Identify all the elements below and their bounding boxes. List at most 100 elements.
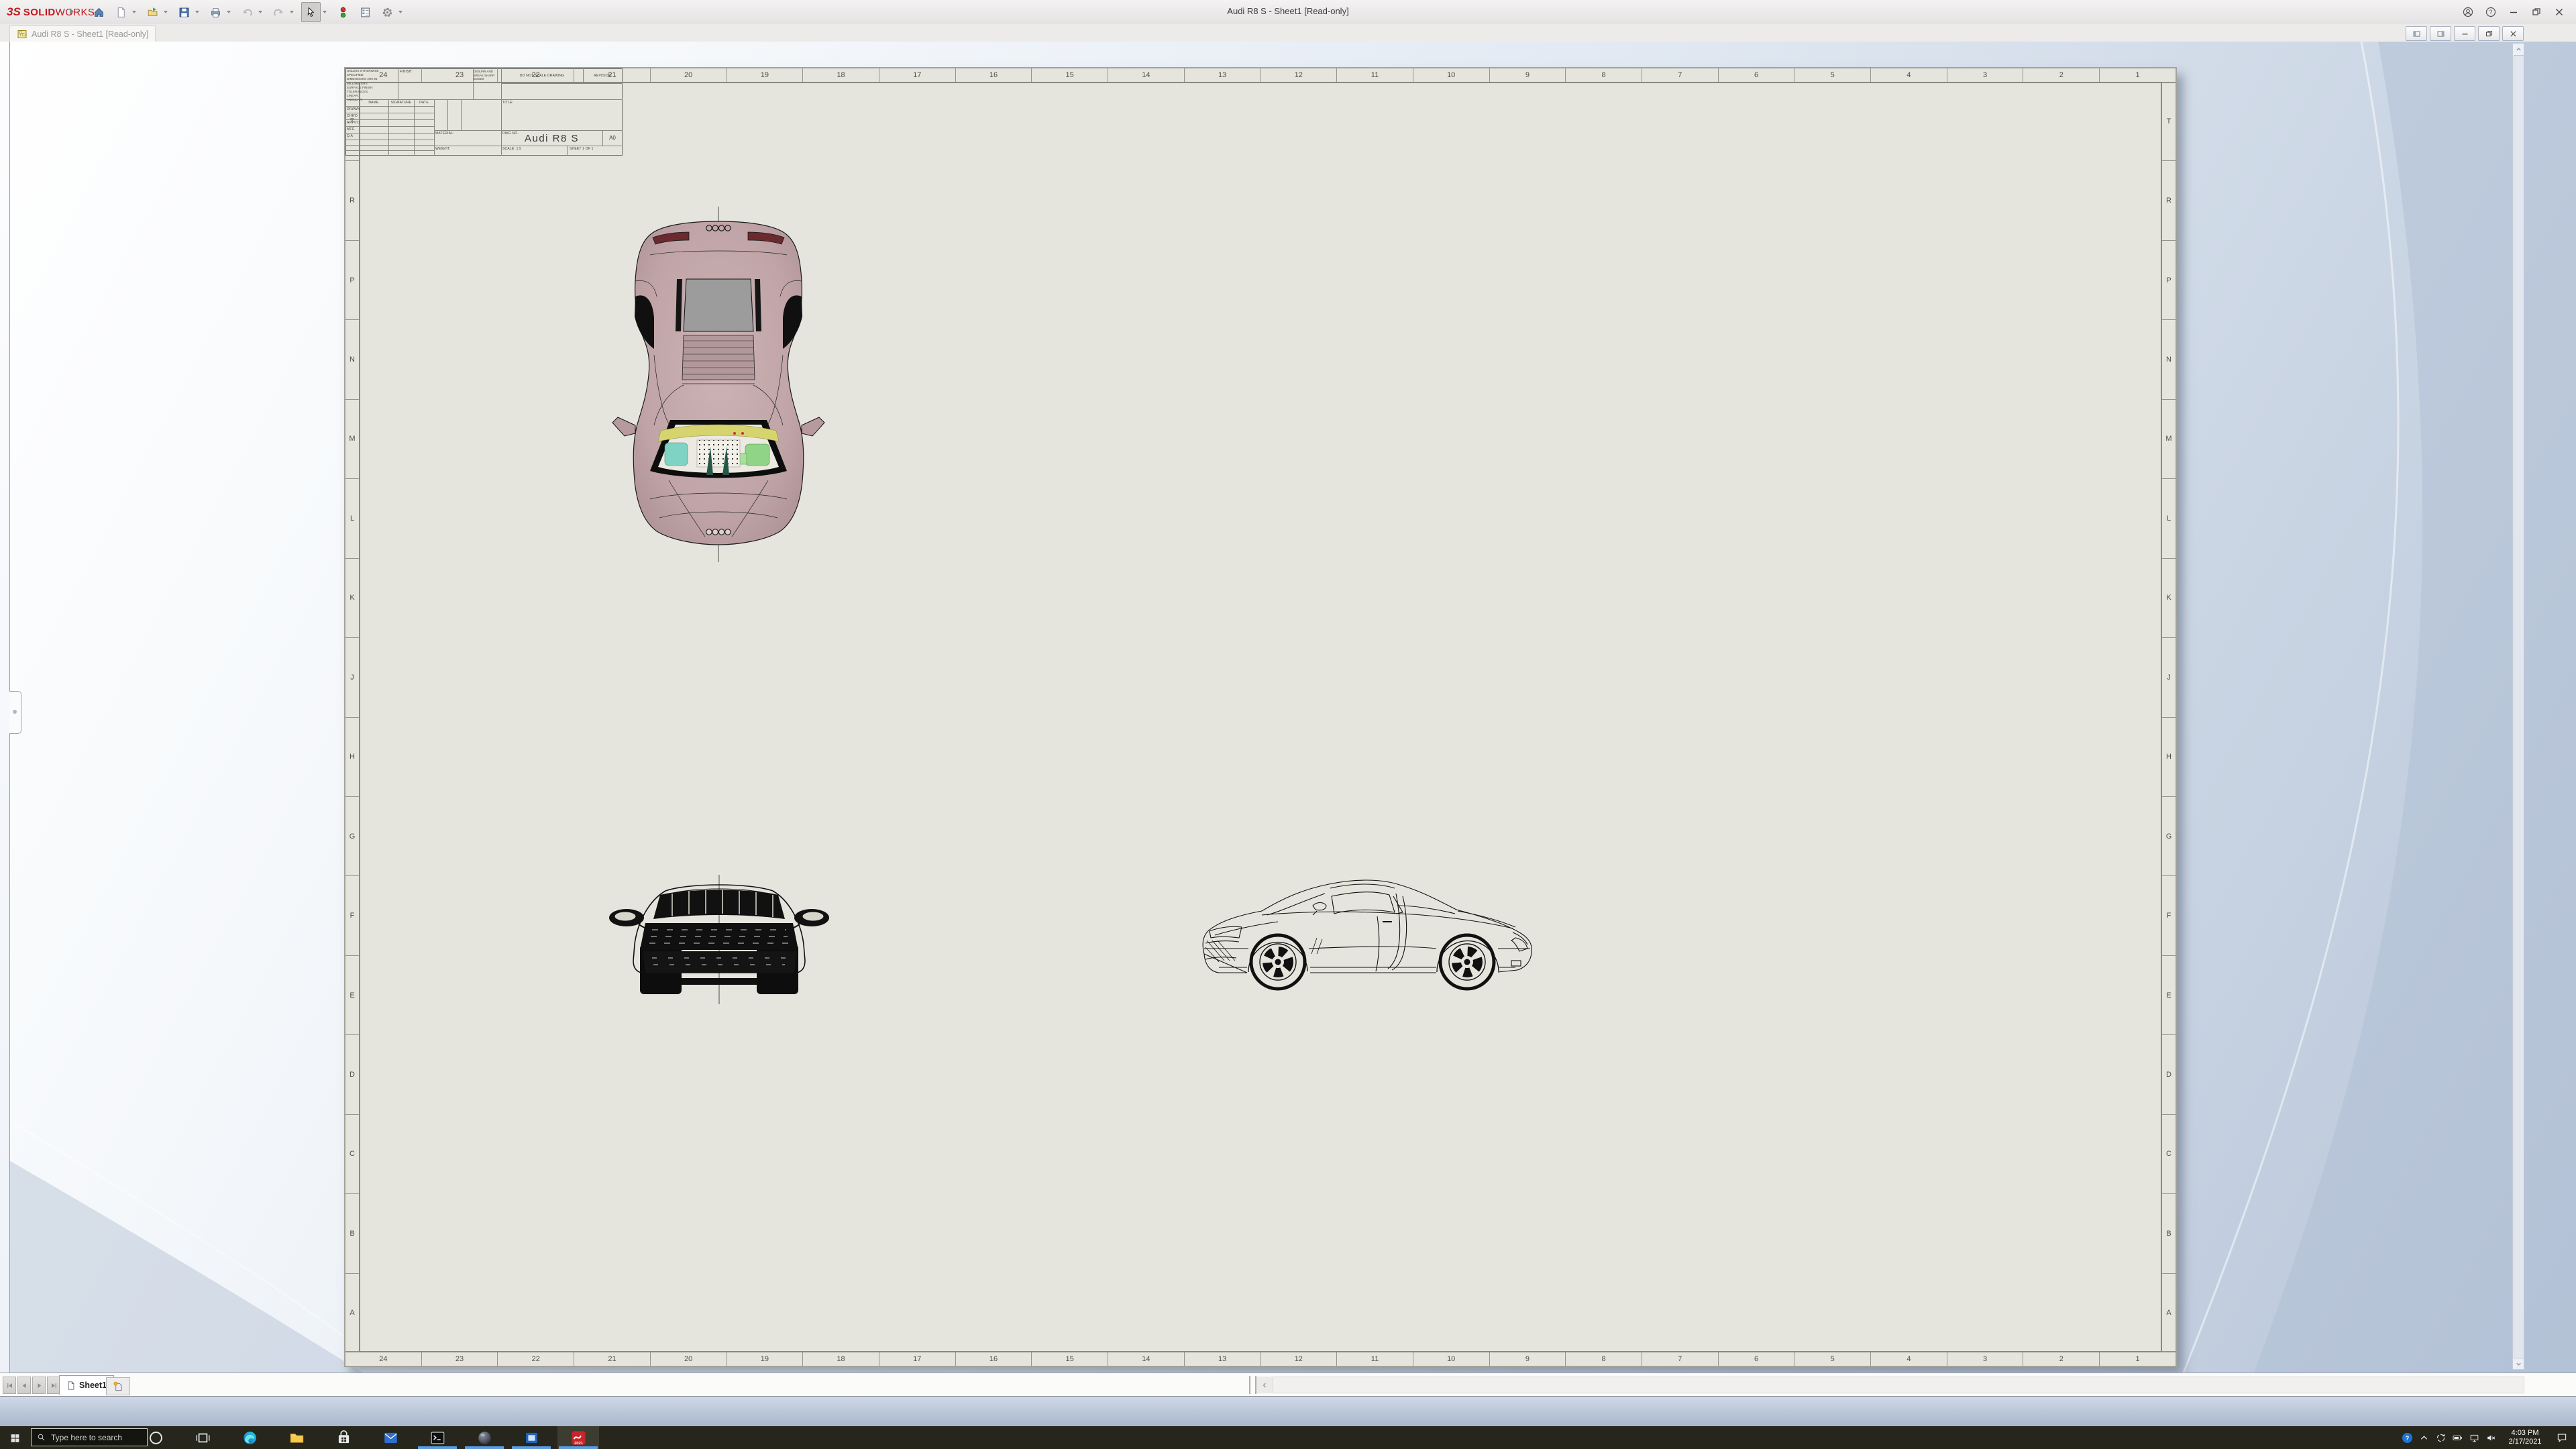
add-sheet-button[interactable] [106, 1377, 130, 1395]
document-tab-label: Audi R8 S - Sheet1 [Read-only] [32, 30, 148, 39]
zone-label: 18 [803, 68, 879, 82]
minimize-button[interactable] [2502, 3, 2525, 21]
mail-taskbar-icon[interactable] [370, 1426, 411, 1449]
zone-label: G [2162, 797, 2176, 876]
save-button[interactable] [175, 3, 193, 21]
home-button[interactable] [90, 3, 108, 21]
menu-expand-arrow-icon[interactable] [70, 8, 74, 15]
sheet-nav-prev-button[interactable] [17, 1377, 31, 1394]
zone-label: 15 [1032, 1352, 1108, 1366]
zone-label: K [2162, 559, 2176, 638]
zone-label: C [345, 1115, 359, 1194]
store-taskbar-icon[interactable] [323, 1426, 364, 1449]
tb-row-label: APPV'D [347, 121, 360, 125]
child-window-controls [2403, 26, 2524, 41]
select-dropdown-arrow-icon[interactable] [321, 3, 329, 21]
volume-muted-tray-icon[interactable] [2483, 1426, 2500, 1449]
tb-row-label: CHK'D [347, 114, 358, 118]
cortana-taskbar-icon[interactable] [135, 1426, 176, 1449]
car-side-view[interactable] [1197, 873, 1540, 1001]
open-button[interactable] [144, 3, 162, 21]
file-explorer-taskbar-icon[interactable] [276, 1426, 317, 1449]
options-dropdown-arrow-icon[interactable] [396, 3, 405, 21]
traffic-light-button[interactable] [334, 3, 352, 21]
terminal-taskbar-icon[interactable] [417, 1426, 458, 1449]
sheet-nav-first-button[interactable] [3, 1377, 16, 1394]
tb-line [567, 146, 568, 156]
sphere-app-taskbar-icon[interactable] [464, 1426, 505, 1449]
tb-line [345, 126, 434, 127]
zone-label: N [345, 320, 359, 399]
sheet-count-text: SHEET 1 OF 1 [570, 147, 594, 151]
close-child-button[interactable] [2502, 26, 2524, 41]
document-properties-button[interactable] [356, 3, 374, 21]
scroll-up-icon[interactable] [2513, 44, 2524, 54]
new-document-button[interactable] [112, 3, 130, 21]
car-top-view[interactable] [608, 204, 828, 566]
print-dropdown-arrow-icon[interactable] [225, 3, 233, 21]
solidworks-2021-taskbar-icon[interactable]: 2021 [557, 1426, 599, 1449]
svg-text:?: ? [2406, 1435, 2410, 1442]
clock[interactable]: 4:03 PM 2/17/2021 [2504, 1429, 2546, 1446]
start-button[interactable] [0, 1426, 30, 1449]
help-button[interactable]: ? [2479, 3, 2502, 21]
zone-label: D [345, 1035, 359, 1114]
titlebar-controls: ? [2457, 3, 2571, 21]
sheet-tab-label: Sheet1 [79, 1381, 107, 1390]
sheet-nav-last-button[interactable] [47, 1377, 60, 1394]
vertical-scrollbar[interactable] [2512, 43, 2524, 1370]
scroll-left-icon[interactable] [1256, 1377, 1273, 1393]
zone-label: 8 [1566, 68, 1642, 82]
feature-manager-expand-handle[interactable] [9, 691, 21, 734]
taskbar-search-input[interactable]: Type here to search [31, 1428, 148, 1446]
restore-child-button[interactable] [2478, 26, 2500, 41]
select-button[interactable] [301, 2, 321, 22]
zone-label: 9 [1490, 68, 1566, 82]
tb-line [345, 145, 434, 146]
scroll-down-icon[interactable] [2513, 1358, 2524, 1369]
pane-right-button[interactable] [2430, 26, 2451, 41]
save-dropdown-arrow-icon[interactable] [193, 3, 201, 21]
title-label: TITLE: [502, 101, 513, 105]
zone-label: F [345, 876, 359, 955]
chevron-up-tray-icon[interactable] [2416, 1426, 2432, 1449]
tab-scrollbar-splitter[interactable] [1249, 1376, 1256, 1394]
zone-label: E [2162, 956, 2176, 1035]
action-center-icon [2555, 1431, 2569, 1444]
open-dropdown-arrow-icon[interactable] [162, 3, 170, 21]
battery-tray-icon[interactable] [2449, 1426, 2466, 1449]
action-center-button[interactable] [2551, 1426, 2573, 1449]
pane-left-button[interactable] [2406, 26, 2427, 41]
tb-line [345, 150, 434, 151]
sync-tray-icon[interactable] [2432, 1426, 2449, 1449]
print-button[interactable] [207, 3, 225, 21]
minimize-child-button[interactable] [2454, 26, 2475, 41]
vertical-scroll-thumb[interactable] [2514, 55, 2524, 1358]
car-front-view[interactable] [605, 873, 833, 1004]
blue-app-taskbar-icon[interactable] [511, 1426, 552, 1449]
sheet-nav-buttons [3, 1377, 62, 1394]
sheet-nav-next-button[interactable] [32, 1377, 46, 1394]
zone-label: J [2162, 638, 2176, 717]
feature-manager-collapsed-panel[interactable] [0, 42, 10, 1373]
drawing-sheet[interactable]: 242322212019181716151413121110987654321 … [344, 67, 2177, 1367]
zone-ruler-left: TRPNMLKJHGFEDCBA [345, 82, 360, 1352]
zone-label: 16 [956, 68, 1032, 82]
task-view-taskbar-icon[interactable] [182, 1426, 223, 1449]
horizontal-scrollbar[interactable] [1273, 1377, 2524, 1393]
zone-label: T [2162, 82, 2176, 161]
zone-label: 15 [1032, 68, 1108, 82]
tb-col-header: DATE [419, 101, 429, 105]
tb-line [434, 99, 435, 156]
network-tray-icon[interactable] [2466, 1426, 2483, 1449]
user-account-button[interactable] [2457, 3, 2479, 21]
restore-button[interactable] [2525, 3, 2548, 21]
edge-taskbar-icon[interactable] [229, 1426, 270, 1449]
help-bubble-tray-icon[interactable]: ? [2399, 1426, 2416, 1449]
new-document-dropdown-arrow-icon[interactable] [130, 3, 138, 21]
zone-label: B [345, 1194, 359, 1273]
close-button[interactable] [2548, 3, 2571, 21]
options-button[interactable] [378, 3, 396, 21]
document-tab[interactable]: Audi R8 S - Sheet1 [Read-only] [9, 25, 156, 42]
graphics-area[interactable]: 242322212019181716151413121110987654321 … [0, 42, 2576, 1373]
